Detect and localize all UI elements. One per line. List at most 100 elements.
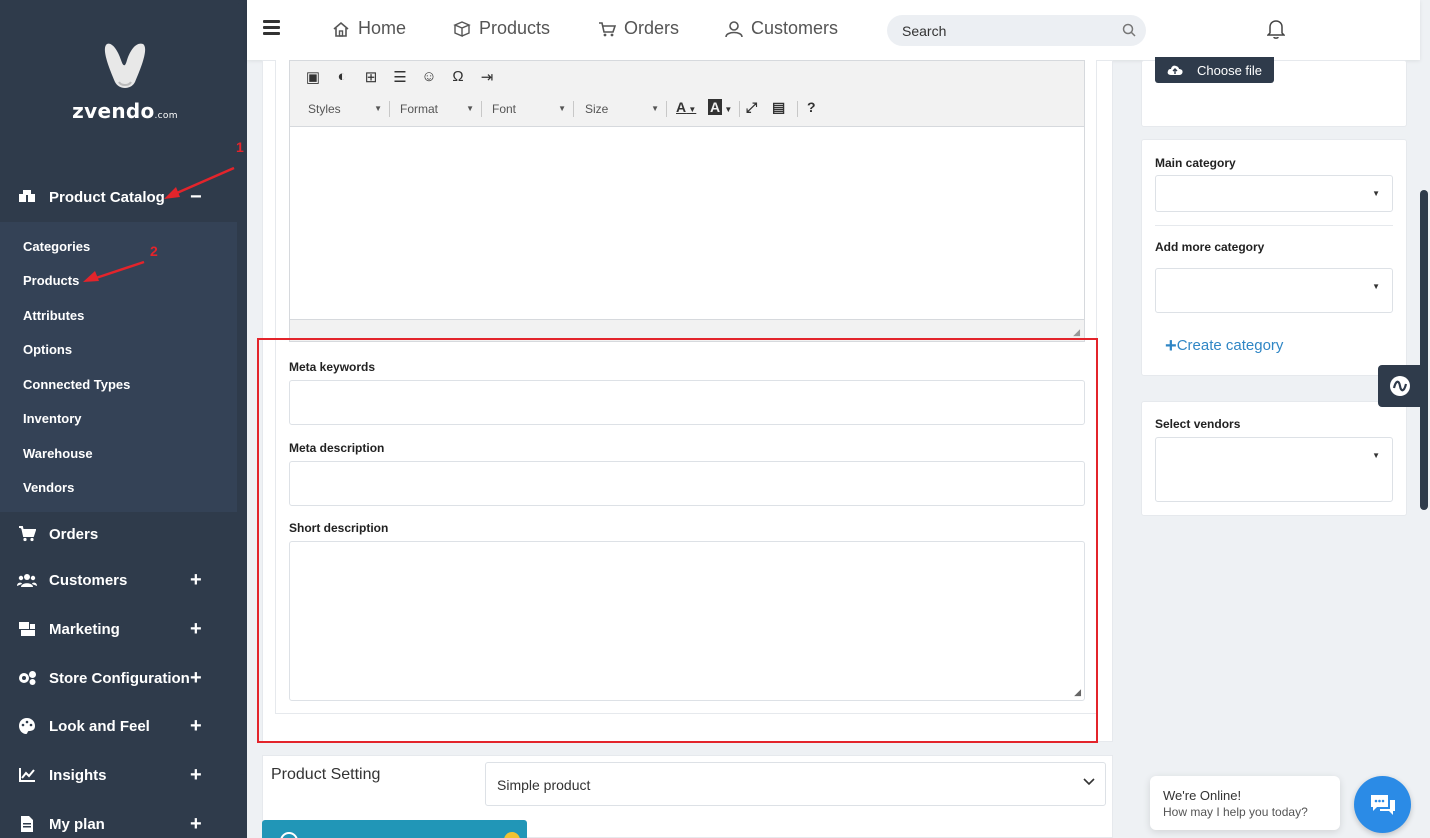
editor-statusbar: ◢	[290, 319, 1084, 341]
expand-icon[interactable]: +	[190, 619, 202, 639]
nav-orders[interactable]: Orders	[598, 18, 679, 39]
flash-icon[interactable]: ◐	[333, 68, 351, 86]
sidebar-item-label: Insights	[49, 766, 107, 784]
special-char-icon[interactable]: Ω	[449, 68, 467, 86]
submenu-item-connected-types[interactable]: Connected Types	[23, 377, 130, 392]
nav-customers[interactable]: Customers	[725, 18, 838, 39]
document-icon	[16, 816, 38, 832]
search-input[interactable]: Search	[887, 15, 1146, 46]
format-dropdown[interactable]: Format ▼	[400, 99, 474, 119]
submenu-item-inventory[interactable]: Inventory	[23, 411, 82, 426]
sidebar-item-label: Orders	[49, 525, 99, 543]
sidebar-item-look-and-feel[interactable]: Look and Feel +	[0, 706, 237, 746]
show-blocks-icon[interactable]: ▤	[772, 99, 785, 116]
short-description-textarea[interactable]: ◢	[289, 541, 1085, 701]
submenu-item-warehouse[interactable]: Warehouse	[23, 446, 93, 461]
product-catalog-submenu: Categories Products Attributes Options C…	[0, 222, 237, 512]
wave-icon	[1390, 376, 1410, 396]
meta-description-input[interactable]	[289, 461, 1085, 506]
add-more-category-select[interactable]: ▼	[1155, 268, 1393, 313]
brand-name: zvendo.com	[72, 99, 178, 123]
sidebar-item-marketing[interactable]: Marketing +	[0, 609, 237, 649]
expand-icon[interactable]: +	[190, 814, 202, 834]
boxes-icon	[453, 20, 471, 37]
chat-icon	[1370, 794, 1395, 815]
cart-icon	[599, 21, 616, 36]
cart-icon	[16, 526, 38, 542]
search-icon[interactable]	[1122, 23, 1136, 37]
sidebar-item-customers[interactable]: Customers +	[0, 560, 237, 600]
size-dropdown[interactable]: Size ▼	[585, 99, 659, 119]
hamburger-menu-icon[interactable]	[263, 20, 280, 35]
resize-handle-icon[interactable]: ◢	[1073, 327, 1080, 338]
help-icon[interactable]: ?	[807, 99, 816, 115]
product-type-select[interactable]: Simple product	[485, 762, 1106, 806]
sidebar-scrollbar[interactable]	[238, 0, 246, 775]
expand-icon[interactable]: +	[190, 668, 202, 688]
table-icon[interactable]: ⊞	[362, 68, 380, 86]
image-icon[interactable]: ▣	[304, 68, 322, 86]
maximize-icon[interactable]: ⤢	[746, 99, 757, 116]
sidebar-item-insights[interactable]: Insights +	[0, 755, 237, 795]
product-setting-tab[interactable]	[262, 820, 527, 838]
resize-handle-icon[interactable]: ◢	[1074, 687, 1081, 698]
marketing-icon	[16, 621, 38, 637]
submenu-item-vendors[interactable]: Vendors	[23, 480, 74, 495]
sidebar-item-product-catalog[interactable]: Product Catalog −	[0, 177, 237, 217]
feedback-widget-button[interactable]	[1378, 365, 1422, 407]
expand-icon[interactable]: +	[190, 716, 202, 736]
search-placeholder: Search	[902, 23, 947, 39]
nav-home[interactable]: Home	[332, 18, 406, 39]
short-description-label: Short description	[289, 521, 389, 535]
page-break-icon[interactable]: ⇥	[478, 68, 496, 86]
page-scrollbar[interactable]	[1420, 190, 1428, 510]
expand-icon[interactable]: +	[190, 570, 202, 590]
cloud-upload-icon	[1167, 65, 1183, 75]
text-color-icon[interactable]: A ▼	[676, 99, 696, 115]
vendors-select[interactable]: ▼	[1155, 437, 1393, 502]
sidebar-item-label: Product Catalog	[49, 188, 165, 206]
editor-toolbar: ▣ ◐ ⊞ ☰ ☺ Ω ⇥ Styles ▼ Format ▼ Font ▼ Size…	[290, 61, 1084, 127]
sidebar-item-label: Customers	[49, 571, 128, 589]
chart-line-icon	[16, 767, 38, 783]
palette-icon	[16, 718, 38, 734]
submenu-item-categories[interactable]: Categories	[23, 239, 90, 254]
notification-bell-icon[interactable]	[1267, 19, 1285, 39]
horizontal-line-icon[interactable]: ☰	[391, 68, 409, 86]
select-vendors-label: Select vendors	[1155, 417, 1241, 431]
boxes-icon	[16, 189, 38, 205]
submenu-item-products[interactable]: Products	[23, 273, 79, 288]
chat-greeting[interactable]: We're Online! How may I help you today?	[1150, 776, 1340, 830]
sidebar-item-label: Look and Feel	[49, 717, 150, 735]
collapse-icon[interactable]: −	[190, 187, 202, 207]
meta-keywords-input[interactable]	[289, 380, 1085, 425]
badge-icon	[504, 832, 520, 838]
divider	[1155, 225, 1393, 226]
create-category-link[interactable]: +Create category	[1165, 335, 1283, 358]
meta-keywords-label: Meta keywords	[289, 360, 376, 374]
smiley-icon[interactable]: ☺	[420, 68, 438, 86]
annotation-step-2: 2	[150, 243, 158, 259]
top-navbar: Home Products Orders Customers Search	[247, 0, 1420, 60]
submenu-item-attributes[interactable]: Attributes	[23, 308, 84, 323]
choose-file-button[interactable]: Choose file	[1155, 57, 1274, 83]
nav-products[interactable]: Products	[453, 18, 550, 39]
expand-icon[interactable]: +	[190, 765, 202, 785]
brand-logo[interactable]: zvendo.com	[70, 38, 180, 123]
sidebar-item-my-plan[interactable]: My plan +	[0, 804, 237, 838]
rich-text-editor[interactable]: ▣ ◐ ⊞ ☰ ☺ Ω ⇥ Styles ▼ Format ▼ Font ▼ Size…	[289, 60, 1085, 342]
chat-launcher-button[interactable]	[1354, 776, 1411, 833]
info-icon	[280, 832, 298, 838]
styles-dropdown[interactable]: Styles ▼	[308, 99, 382, 119]
gears-icon	[16, 670, 38, 686]
submenu-item-options[interactable]: Options	[23, 342, 72, 357]
sidebar-item-label: Marketing	[49, 620, 120, 638]
bg-color-icon[interactable]: A ▼	[708, 99, 732, 115]
product-setting-label: Product Setting	[271, 766, 381, 783]
sidebar-item-store-configuration[interactable]: Store Configuration +	[0, 658, 237, 698]
main-category-select[interactable]: ▼	[1155, 175, 1393, 212]
font-dropdown[interactable]: Font ▼	[492, 99, 566, 119]
sidebar-item-orders[interactable]: Orders	[0, 514, 237, 554]
meta-description-label: Meta description	[289, 441, 385, 455]
zvendo-logo-icon	[104, 43, 146, 88]
